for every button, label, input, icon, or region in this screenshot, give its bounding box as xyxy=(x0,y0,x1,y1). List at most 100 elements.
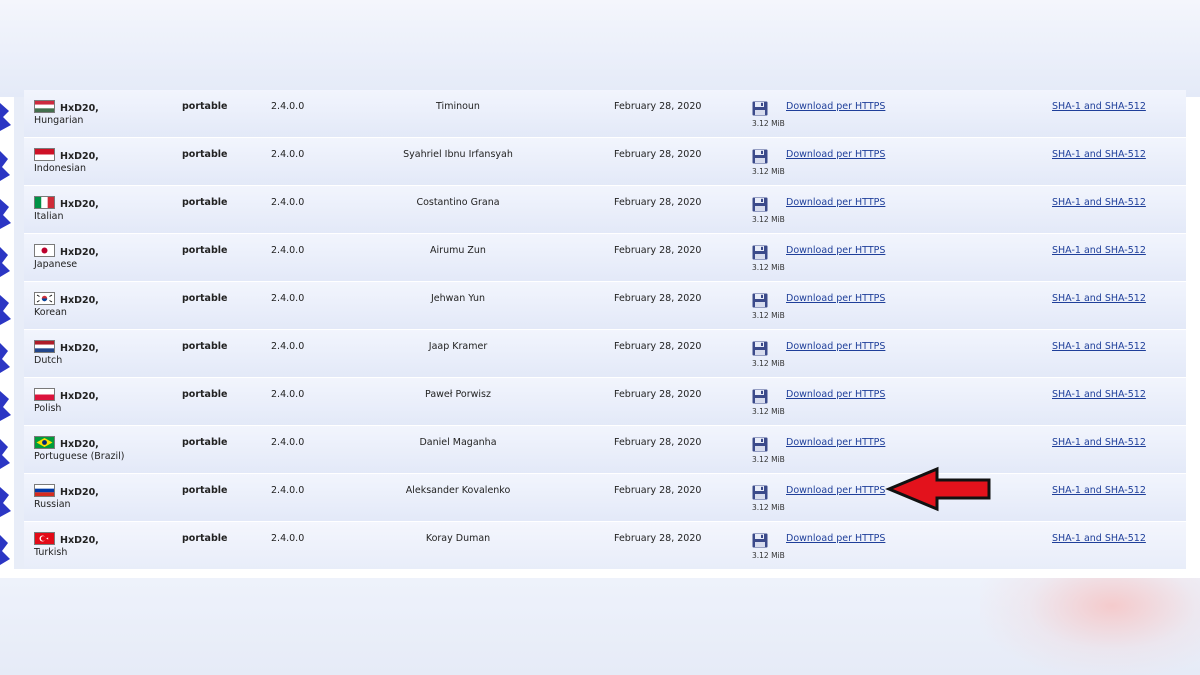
checksum-link[interactable]: SHA-1 and SHA-512 xyxy=(1052,149,1146,160)
downloads-panel: HxD20, Hungarian portable 2.4.0.0 Timino… xyxy=(24,90,1186,570)
download-https-link[interactable]: Download per HTTPS xyxy=(786,245,885,256)
download-https-link[interactable]: Download per HTTPS xyxy=(786,485,885,496)
checksum-link[interactable]: SHA-1 and SHA-512 xyxy=(1052,293,1146,304)
product-name: HxD20, xyxy=(60,343,99,354)
edition-label: portable xyxy=(182,149,228,160)
release-date: February 28, 2020 xyxy=(614,341,702,352)
release-date: February 28, 2020 xyxy=(614,245,702,256)
poland-flag-icon xyxy=(34,388,55,401)
language-name: Japanese xyxy=(34,259,78,270)
floppy-disk-icon[interactable] xyxy=(752,149,768,164)
panel-bottom-edge xyxy=(14,569,1186,578)
right-page-margin xyxy=(1186,97,1200,578)
edition-label: portable xyxy=(182,341,228,352)
decorative-left-border xyxy=(0,97,14,578)
version-number: 2.4.0.0 xyxy=(271,485,305,496)
version-number: 2.4.0.0 xyxy=(271,101,305,112)
download-https-link[interactable]: Download per HTTPS xyxy=(786,341,885,352)
file-size: 3.12 MiB xyxy=(752,119,785,128)
version-number: 2.4.0.0 xyxy=(271,149,305,160)
product-name: HxD20, xyxy=(60,103,99,114)
release-date: February 28, 2020 xyxy=(614,293,702,304)
product-name: HxD20, xyxy=(60,487,99,498)
page-background-top xyxy=(0,0,1200,97)
release-date: February 28, 2020 xyxy=(614,149,702,160)
file-size: 3.12 MiB xyxy=(752,167,785,176)
translator-name: Airumu Zun xyxy=(430,245,486,256)
language-name: Korean xyxy=(34,307,67,318)
table-row: HxD20, Russian portable 2.4.0.0 Aleksand… xyxy=(24,474,1186,522)
file-size: 3.12 MiB xyxy=(752,407,785,416)
checksum-link[interactable]: SHA-1 and SHA-512 xyxy=(1052,197,1146,208)
floppy-disk-icon[interactable] xyxy=(752,341,768,356)
floppy-disk-icon[interactable] xyxy=(752,245,768,260)
file-size: 3.12 MiB xyxy=(752,503,785,512)
translator-name: Syahriel Ibnu Irfansyah xyxy=(403,149,513,160)
release-date: February 28, 2020 xyxy=(614,101,702,112)
release-date: February 28, 2020 xyxy=(614,197,702,208)
version-number: 2.4.0.0 xyxy=(271,533,305,544)
edition-label: portable xyxy=(182,533,228,544)
hungary-flag-icon xyxy=(34,100,55,113)
language-name: Russian xyxy=(34,499,71,510)
product-name: HxD20, xyxy=(60,295,99,306)
floppy-disk-icon[interactable] xyxy=(752,533,768,548)
file-size: 3.12 MiB xyxy=(752,551,785,560)
product-name: HxD20, xyxy=(60,535,99,546)
release-date: February 28, 2020 xyxy=(614,437,702,448)
product-name: HxD20, xyxy=(60,439,99,450)
floppy-disk-icon[interactable] xyxy=(752,437,768,452)
edition-label: portable xyxy=(182,485,228,496)
version-number: 2.4.0.0 xyxy=(271,437,305,448)
floppy-disk-icon[interactable] xyxy=(752,389,768,404)
translator-name: Costantino Grana xyxy=(416,197,500,208)
download-https-link[interactable]: Download per HTTPS xyxy=(786,101,885,112)
checksum-link[interactable]: SHA-1 and SHA-512 xyxy=(1052,389,1146,400)
edition-label: portable xyxy=(182,437,228,448)
floppy-disk-icon[interactable] xyxy=(752,485,768,500)
brazil-flag-icon xyxy=(34,436,55,449)
translations-table: HxD20, Hungarian portable 2.4.0.0 Timino… xyxy=(24,90,1186,570)
download-https-link[interactable]: Download per HTTPS xyxy=(786,197,885,208)
language-name: Italian xyxy=(34,211,64,222)
product-name: HxD20, xyxy=(60,151,99,162)
table-row: HxD20, Polish portable 2.4.0.0 Paweł Por… xyxy=(24,378,1186,426)
download-https-link[interactable]: Download per HTTPS xyxy=(786,293,885,304)
checksum-link[interactable]: SHA-1 and SHA-512 xyxy=(1052,485,1146,496)
table-row: HxD20, Indonesian portable 2.4.0.0 Syahr… xyxy=(24,138,1186,186)
italy-flag-icon xyxy=(34,196,55,209)
download-https-link[interactable]: Download per HTTPS xyxy=(786,389,885,400)
download-https-link[interactable]: Download per HTTPS xyxy=(786,149,885,160)
floppy-disk-icon[interactable] xyxy=(752,293,768,308)
table-row: HxD20, Turkish portable 2.4.0.0 Koray Du… xyxy=(24,522,1186,570)
checksum-link[interactable]: SHA-1 and SHA-512 xyxy=(1052,101,1146,112)
file-size: 3.12 MiB xyxy=(752,311,785,320)
table-row: HxD20, Portuguese (Brazil) portable 2.4.… xyxy=(24,426,1186,474)
translator-name: Aleksander Kovalenko xyxy=(405,485,511,496)
version-number: 2.4.0.0 xyxy=(271,341,305,352)
floppy-disk-icon[interactable] xyxy=(752,197,768,212)
language-name: Dutch xyxy=(34,355,63,366)
download-https-link[interactable]: Download per HTTPS xyxy=(786,437,885,448)
checksum-link[interactable]: SHA-1 and SHA-512 xyxy=(1052,437,1146,448)
floppy-disk-icon[interactable] xyxy=(752,101,768,116)
file-size: 3.12 MiB xyxy=(752,263,785,272)
edition-label: portable xyxy=(182,101,228,112)
checksum-link[interactable]: SHA-1 and SHA-512 xyxy=(1052,533,1146,544)
file-size: 3.12 MiB xyxy=(752,455,785,464)
release-date: February 28, 2020 xyxy=(614,485,702,496)
language-name: Polish xyxy=(34,403,62,414)
language-name: Hungarian xyxy=(34,115,84,126)
checksum-link[interactable]: SHA-1 and SHA-512 xyxy=(1052,341,1146,352)
product-name: HxD20, xyxy=(60,247,99,258)
download-https-link[interactable]: Download per HTTPS xyxy=(786,533,885,544)
product-name: HxD20, xyxy=(60,391,99,402)
red-arrow-icon xyxy=(885,466,991,512)
translator-name: Paweł Porwisz xyxy=(425,389,491,400)
release-date: February 28, 2020 xyxy=(614,533,702,544)
table-row: HxD20, Hungarian portable 2.4.0.0 Timino… xyxy=(24,90,1186,138)
product-name: HxD20, xyxy=(60,199,99,210)
turkey-flag-icon xyxy=(34,532,55,545)
version-number: 2.4.0.0 xyxy=(271,389,305,400)
checksum-link[interactable]: SHA-1 and SHA-512 xyxy=(1052,245,1146,256)
